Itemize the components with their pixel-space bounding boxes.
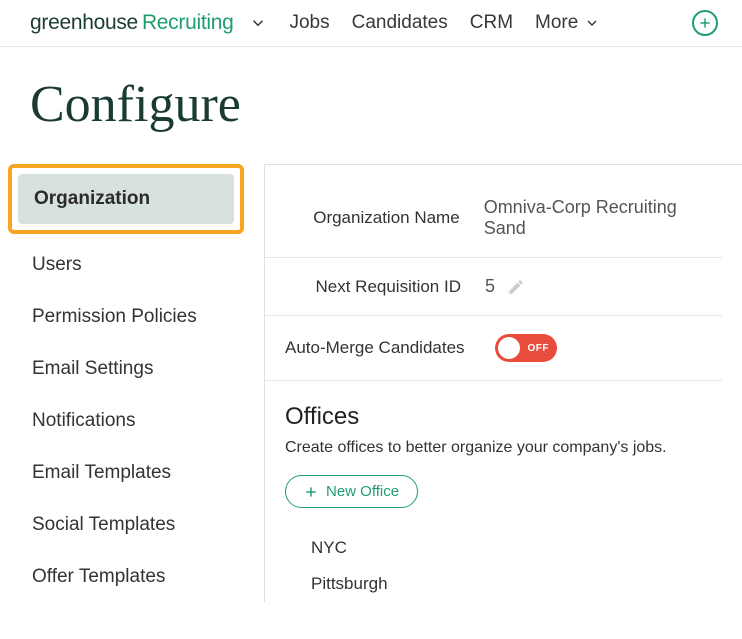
plus-icon xyxy=(304,485,318,499)
req-id-value: 5 xyxy=(485,276,495,297)
office-item[interactable]: NYC xyxy=(311,530,742,566)
brand-recruiting: Recruiting xyxy=(142,11,234,35)
top-nav: greenhouse Recruiting Jobs Candidates CR… xyxy=(0,0,742,47)
offices-heading: Offices xyxy=(285,403,742,431)
sidebar-item-notifications[interactable]: Notifications xyxy=(16,396,240,446)
plus-icon xyxy=(698,16,712,30)
req-id-row: Next Requisition ID 5 xyxy=(265,258,722,316)
nav-more-label: More xyxy=(535,12,578,34)
nav-jobs[interactable]: Jobs xyxy=(289,12,329,34)
brand-switcher[interactable]: greenhouse Recruiting xyxy=(30,11,233,35)
chevron-down-icon xyxy=(584,15,600,31)
brand-greenhouse: greenhouse xyxy=(30,11,138,35)
chevron-down-icon[interactable] xyxy=(249,14,267,32)
req-id-label: Next Requisition ID xyxy=(285,277,485,297)
sidebar-item-organization[interactable]: Organization xyxy=(18,174,234,224)
sidebar-item-social-templates[interactable]: Social Templates xyxy=(16,500,240,550)
topnav-links: Jobs Candidates CRM More xyxy=(289,12,600,34)
nav-candidates[interactable]: Candidates xyxy=(352,12,448,34)
sidebar-item-permission-policies[interactable]: Permission Policies xyxy=(16,292,240,342)
toggle-state-label: OFF xyxy=(528,343,550,354)
sidebar: Organization Users Permission Policies E… xyxy=(0,164,250,604)
sidebar-item-email-settings[interactable]: Email Settings xyxy=(16,344,240,394)
edit-req-id-button[interactable] xyxy=(507,278,525,296)
automerge-label: Auto-Merge Candidates xyxy=(285,338,495,358)
offices-subtext: Create offices to better organize your c… xyxy=(285,439,742,457)
page-title: Configure xyxy=(30,75,742,134)
org-name-row: Organization Name Omniva-Corp Recruiting… xyxy=(265,165,722,258)
automerge-toggle[interactable]: OFF xyxy=(495,334,557,362)
office-list: NYC Pittsburgh xyxy=(311,530,742,602)
sidebar-item-offer-templates[interactable]: Offer Templates xyxy=(16,552,240,602)
new-office-label: New Office xyxy=(326,483,399,500)
pencil-icon xyxy=(507,278,525,296)
org-name-value: Omniva-Corp Recruiting Sand xyxy=(484,197,722,239)
nav-more[interactable]: More xyxy=(535,12,600,34)
nav-crm[interactable]: CRM xyxy=(470,12,513,34)
org-name-label: Organization Name xyxy=(285,208,484,228)
highlight-annotation: Organization xyxy=(8,164,244,234)
new-office-button[interactable]: New Office xyxy=(285,475,418,508)
automerge-row: Auto-Merge Candidates OFF xyxy=(265,316,722,381)
sidebar-item-users[interactable]: Users xyxy=(16,240,240,290)
add-button[interactable] xyxy=(692,10,718,36)
office-item[interactable]: Pittsburgh xyxy=(311,566,742,602)
main-panel: Organization Name Omniva-Corp Recruiting… xyxy=(264,164,742,602)
sidebar-item-email-templates[interactable]: Email Templates xyxy=(16,448,240,498)
